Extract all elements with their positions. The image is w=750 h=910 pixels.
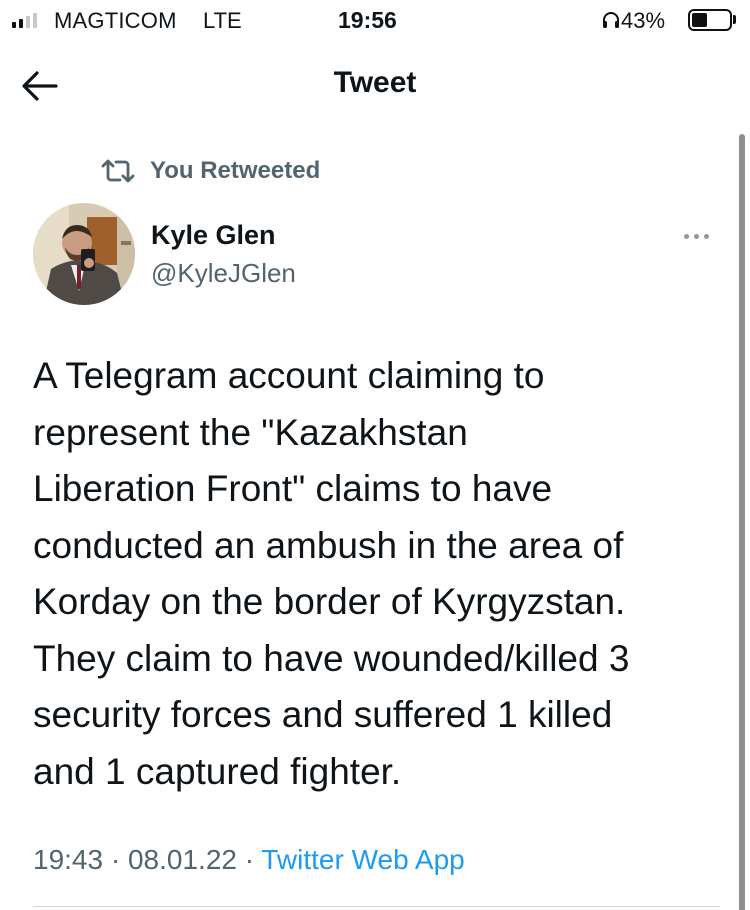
more-horizontal-icon-dot <box>684 233 689 239</box>
retweet-label: You Retweeted <box>150 157 321 184</box>
battery-level-fill <box>692 13 708 27</box>
battery-cap <box>733 15 736 24</box>
tweet-meta: 19:43 · 08.01.22 · Twitter Web App <box>33 844 465 876</box>
divider <box>33 906 720 907</box>
battery-percent: 43% <box>621 8 666 33</box>
avatar-photo <box>33 203 135 305</box>
retweet-icon <box>101 159 135 183</box>
scroll-indicator[interactable] <box>739 134 745 910</box>
more-horizontal-icon-dot <box>694 233 699 239</box>
author-handle[interactable]: @KyleJGlen <box>151 258 296 289</box>
meta-separator: · <box>110 844 121 875</box>
more-horizontal-icon-dot <box>704 233 709 239</box>
tweet-date[interactable]: 08.01.22 <box>128 844 237 875</box>
battery-icon <box>688 9 732 31</box>
signal-icon <box>12 13 37 28</box>
tweet-text-line: Korday on the border of Kyrgyzstan. <box>33 581 626 622</box>
tweet-text-line: They claim to have wounded/killed 3 <box>33 637 630 679</box>
page-title: Tweet <box>333 66 417 99</box>
status-bar: MAGTICOM LTE 19:56 43% <box>0 0 750 40</box>
status-clock: 19:56 <box>338 7 397 33</box>
tweet-text-line: and 1 captured fighter. <box>33 750 402 792</box>
tweet-time[interactable]: 19:43 <box>33 844 103 875</box>
tweet-text-line: A Telegram account claiming to <box>33 355 545 396</box>
meta-separator: · <box>244 844 255 875</box>
tweet-text-line: Liberation Front" claims to have <box>33 468 553 509</box>
arrow-left-icon <box>22 71 58 101</box>
author-name[interactable]: Kyle Glen <box>151 220 276 251</box>
tweet-text-line: conducted an ambush in the area of <box>33 524 624 566</box>
carrier-name: MAGTICOM <box>54 8 177 33</box>
headphones-icon <box>603 12 619 28</box>
retweet-context[interactable]: You Retweeted <box>100 154 320 188</box>
tweet-text: A Telegram account claiming to represent… <box>33 348 733 800</box>
tweet-text-line: security forces and suffered 1 killed <box>33 694 613 735</box>
network-type: LTE <box>203 8 242 33</box>
tweet-detail-screen: MAGTICOM LTE 19:56 43% Tweet You Retweet… <box>0 0 750 910</box>
avatar[interactable] <box>33 203 135 305</box>
more-options-button[interactable] <box>684 226 716 246</box>
back-button[interactable] <box>20 68 60 104</box>
tweet-source-link[interactable]: Twitter Web App <box>261 844 464 875</box>
tweet-text-line: represent the "Kazakhstan <box>33 411 468 453</box>
